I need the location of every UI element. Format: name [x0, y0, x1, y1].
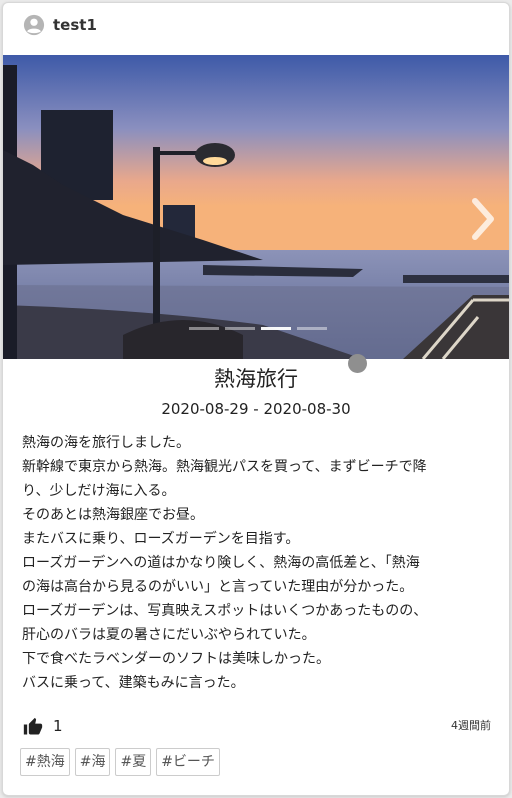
photo-carousel[interactable] [3, 55, 509, 359]
body-line: 新幹線で東京から熱海。熱海観光パスを買って、まずビーチで降 [22, 459, 427, 475]
post-timestamp: 4週間前 [451, 719, 491, 732]
post-dates: 2020-08-29 - 2020-08-30 [161, 400, 351, 418]
carousel-indicators [189, 327, 327, 330]
body-line: 肝心のバラは夏の暑さにだいぶやられていた。 [22, 627, 316, 643]
body-line: ローズガーデンへの道はかなり険しく、熱海の高低差と、「熱海 [22, 555, 420, 571]
carousel-indicator[interactable] [225, 327, 255, 330]
body-line: り、少しだけ海に入る。 [22, 483, 176, 499]
tag-chip[interactable]: #海 [74, 748, 111, 776]
body-line: バスに乗って、建築もみに言った。 [22, 675, 245, 691]
body-line: またバスに乗り、ローズガーデンを目指す。 [22, 531, 300, 547]
post-body: 熱海の海を旅行しました。 新幹線で東京から熱海。熱海観光パスを買って、まずビーチ… [22, 431, 498, 695]
carousel-photo [3, 55, 509, 359]
body-line: ローズガーデンは、写真映えスポットはいくつかあったものの、 [22, 603, 428, 619]
tag-list: #熱海 #海 #夏 #ビーチ [20, 748, 220, 776]
post-header: test1 [3, 3, 509, 47]
body-line: 下で食べたラベンダーのソフトは美味しかった。 [22, 651, 330, 667]
username[interactable]: test1 [53, 16, 97, 34]
avatar-icon[interactable] [23, 14, 45, 36]
tag-chip[interactable]: #熱海 [20, 748, 70, 776]
chevron-right-icon[interactable] [469, 195, 497, 243]
like-count: 1 [53, 717, 63, 735]
carousel-indicator[interactable] [297, 327, 327, 330]
body-line: の海は高台から見るのがいい」と言っていた理由が分かった。 [22, 579, 414, 595]
body-line: 熱海の海を旅行しました。 [22, 435, 190, 451]
post-title: 熱海旅行 [214, 367, 298, 391]
tag-chip[interactable]: #夏 [115, 748, 152, 776]
thumb-up-icon[interactable] [23, 717, 43, 737]
body-line: そのあとは熱海銀座でお昼。 [22, 507, 204, 523]
carousel-indicator-active[interactable] [261, 327, 291, 330]
tag-chip[interactable]: #ビーチ [156, 748, 220, 776]
post-card: test1 熱海旅行 2020-08-29 - 2020-08-30 熱海の海を… [2, 2, 510, 796]
carousel-indicator[interactable] [189, 327, 219, 330]
